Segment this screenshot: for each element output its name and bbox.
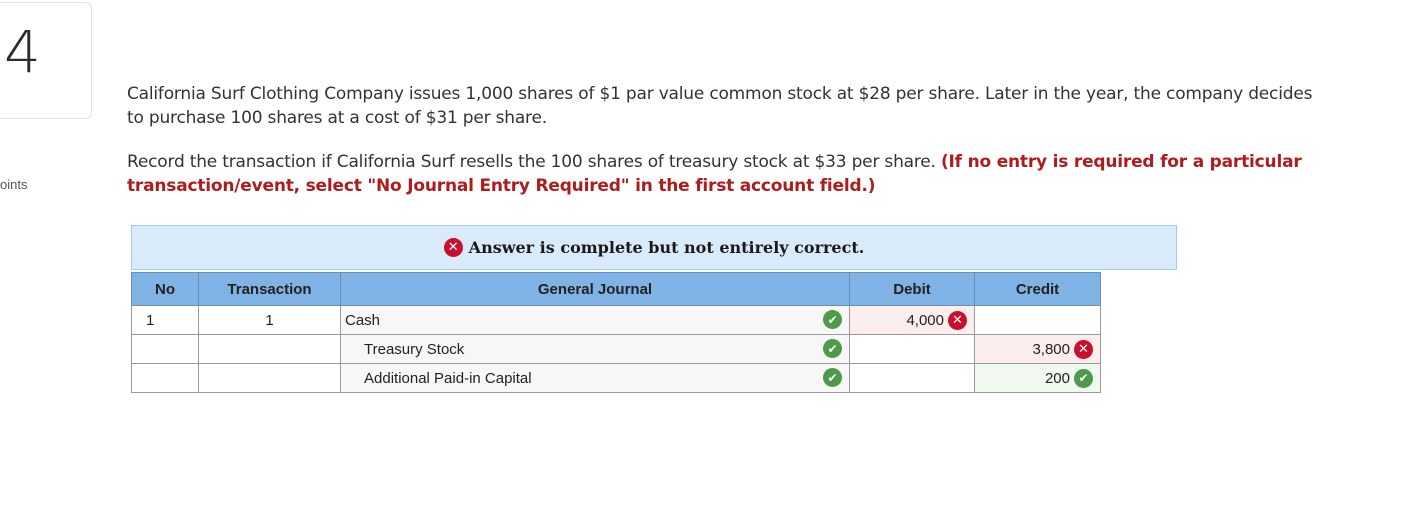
general-journal-table: No Transaction General Journal Debit Cre… <box>131 272 1101 393</box>
table-row: 1 1 Cash ✔ 4,000 ✕ <box>131 305 1101 335</box>
account-name: Treasury Stock <box>364 341 465 358</box>
header-transaction: Transaction <box>198 272 341 306</box>
transaction-cell: 1 <box>198 305 341 335</box>
points-label: oints <box>0 177 28 192</box>
debit-field[interactable]: 4,000 ✕ <box>849 305 975 335</box>
transaction-cell <box>198 334 341 364</box>
header-no: No <box>131 272 199 306</box>
debit-field[interactable] <box>849 334 975 364</box>
credit-field[interactable]: 3,800 ✕ <box>974 334 1101 364</box>
no-cell: 1 <box>131 305 199 335</box>
credit-field[interactable] <box>974 305 1101 335</box>
credit-amount: 200 <box>1044 369 1070 387</box>
table-row: Treasury Stock ✔ 3,800 ✕ <box>131 334 1101 364</box>
check-circle-icon: ✔ <box>823 339 842 358</box>
table-header-row: No Transaction General Journal Debit Cre… <box>131 272 1101 306</box>
transaction-cell <box>198 363 341 393</box>
account-field[interactable]: Additional Paid-in Capital ✔ <box>340 363 850 393</box>
x-circle-icon: ✕ <box>443 238 463 257</box>
account-name: Cash <box>345 312 381 329</box>
account-field[interactable]: Treasury Stock ✔ <box>340 334 850 364</box>
header-general-journal: General Journal <box>340 272 850 306</box>
check-circle-icon: ✔ <box>823 310 842 329</box>
credit-amount: 3,800 <box>1032 340 1070 358</box>
header-credit: Credit <box>974 272 1101 306</box>
header-debit: Debit <box>849 272 975 306</box>
answer-feedback-banner: ✕ Answer is complete but not entirely co… <box>131 225 1177 270</box>
check-circle-icon: ✔ <box>823 368 842 387</box>
debit-field[interactable] <box>849 363 975 393</box>
no-cell <box>131 334 199 364</box>
account-field[interactable]: Cash ✔ <box>340 305 850 335</box>
no-cell <box>131 363 199 393</box>
table-row: Additional Paid-in Capital ✔ 200 ✔ <box>131 363 1101 393</box>
account-name: Additional Paid-in Capital <box>364 370 532 387</box>
instruction-text: Record the transaction if California Sur… <box>127 152 936 172</box>
debit-amount: 4,000 <box>906 311 944 329</box>
credit-field[interactable]: 200 ✔ <box>974 363 1101 393</box>
check-circle-icon: ✔ <box>1074 368 1093 388</box>
x-circle-icon: ✕ <box>948 310 967 330</box>
question-text: California Surf Clothing Company issues … <box>127 84 1313 128</box>
feedback-text: Answer is complete but not entirely corr… <box>468 238 865 257</box>
question-number: 4 <box>4 18 41 86</box>
x-circle-icon: ✕ <box>1074 339 1093 359</box>
question-number-box: 4 <box>0 2 92 119</box>
instruction: Record the transaction if California Sur… <box>127 150 1307 198</box>
